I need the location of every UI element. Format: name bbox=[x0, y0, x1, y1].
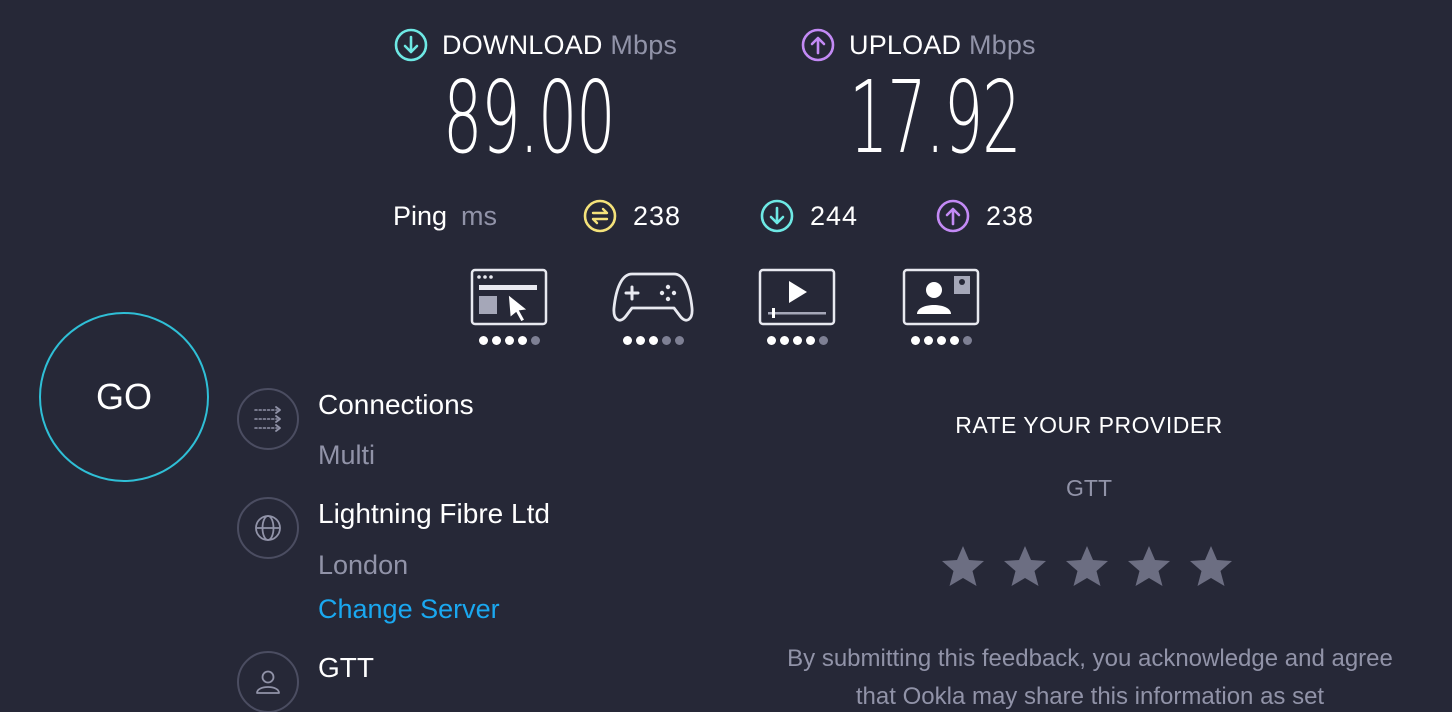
server-location: London bbox=[318, 550, 409, 580]
video-call-icon bbox=[902, 268, 980, 326]
download-speed-value: 89.00 bbox=[443, 59, 616, 176]
video-play-icon bbox=[758, 268, 836, 326]
rating-dot bbox=[923, 336, 933, 345]
activity-rating bbox=[752, 336, 842, 345]
rating-dot bbox=[766, 336, 776, 345]
rate-provider-title: RATE YOUR PROVIDER bbox=[955, 412, 1223, 438]
rating-dot bbox=[622, 336, 632, 345]
ping-label: Ping bbox=[393, 200, 448, 231]
connections-title: Connections bbox=[318, 389, 474, 420]
download-latency-icon bbox=[760, 199, 794, 233]
rating-dot bbox=[962, 336, 972, 345]
rating-dot bbox=[635, 336, 645, 345]
globe-icon bbox=[237, 497, 299, 559]
upload-unit: Mbps bbox=[968, 29, 1036, 60]
server-title: Lightning Fibre Ltd bbox=[318, 498, 550, 529]
ping-idle-value: 238 bbox=[633, 200, 682, 231]
rating-dot bbox=[779, 336, 789, 345]
rating-dot bbox=[792, 336, 802, 345]
rating-dot bbox=[805, 336, 815, 345]
ping-label-row: Ping ms bbox=[393, 196, 497, 236]
rating-dot bbox=[517, 336, 527, 345]
rating-dot bbox=[674, 336, 684, 345]
ping-idle: 238 bbox=[583, 196, 681, 236]
connections-arrows-icon bbox=[237, 388, 299, 450]
upload-latency-icon bbox=[936, 199, 970, 233]
idle-latency-icon bbox=[583, 199, 617, 233]
activity-rating bbox=[464, 336, 554, 345]
connections-value: Multi bbox=[318, 440, 376, 470]
download-unit: Mbps bbox=[610, 29, 678, 60]
activity-web-browsing bbox=[464, 268, 554, 345]
browser-cursor-icon bbox=[470, 268, 548, 326]
rating-dot bbox=[818, 336, 828, 345]
rating-dot bbox=[910, 336, 920, 345]
ping-download-value: 244 bbox=[810, 200, 859, 231]
activity-gaming bbox=[608, 268, 698, 345]
ping-unit: ms bbox=[461, 200, 498, 231]
change-server-link[interactable]: Change Server bbox=[318, 594, 500, 625]
feedback-disclaimer: By submitting this feedback, you acknowl… bbox=[787, 645, 1393, 710]
rating-dot bbox=[661, 336, 671, 345]
ping-upload-value: 238 bbox=[986, 200, 1035, 231]
go-button[interactable]: GO bbox=[39, 312, 209, 482]
rating-dot bbox=[949, 336, 959, 345]
activity-rating bbox=[896, 336, 986, 345]
download-arrow-icon bbox=[394, 28, 428, 62]
star-icon[interactable] bbox=[1126, 544, 1172, 590]
star-icon[interactable] bbox=[1002, 544, 1048, 590]
rating-dot bbox=[530, 336, 540, 345]
upload-label: UPLOAD bbox=[849, 29, 962, 60]
go-button-label: GO bbox=[95, 376, 152, 417]
ping-download: 244 bbox=[760, 196, 858, 236]
user-icon bbox=[237, 651, 299, 712]
activity-rating bbox=[608, 336, 698, 345]
ping-upload: 238 bbox=[936, 196, 1034, 236]
star-icon[interactable] bbox=[1064, 544, 1110, 590]
rate-provider-name: GTT bbox=[1066, 475, 1112, 501]
upload-speed-value: 17.92 bbox=[849, 59, 1022, 176]
star-icon[interactable] bbox=[940, 544, 986, 590]
provider-title: GTT bbox=[318, 652, 374, 683]
activity-video-chat bbox=[896, 268, 986, 345]
speedtest-page: DOWNLOAD Mbps 89.00 UPLOAD Mbps 17.92 Pi… bbox=[0, 0, 1452, 712]
upload-label-row: UPLOAD Mbps bbox=[801, 28, 1036, 62]
rating-dot bbox=[936, 336, 946, 345]
star-rating bbox=[940, 544, 1234, 590]
game-controller-icon bbox=[612, 272, 694, 322]
rating-dot bbox=[491, 336, 501, 345]
activity-video-streaming bbox=[752, 268, 842, 345]
rating-dot bbox=[504, 336, 514, 345]
rating-dot bbox=[648, 336, 658, 345]
download-label-row: DOWNLOAD Mbps bbox=[394, 28, 677, 62]
download-label: DOWNLOAD bbox=[442, 29, 603, 60]
rating-dot bbox=[478, 336, 488, 345]
upload-arrow-icon bbox=[801, 28, 835, 62]
star-icon[interactable] bbox=[1188, 544, 1234, 590]
